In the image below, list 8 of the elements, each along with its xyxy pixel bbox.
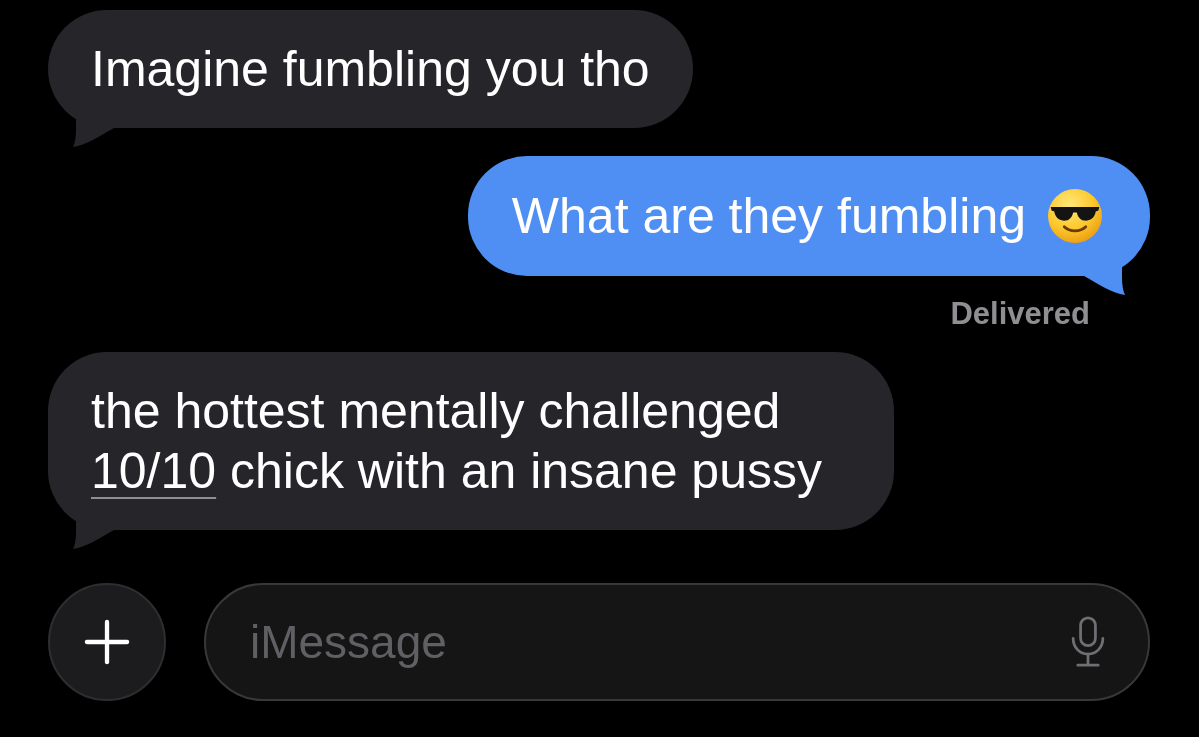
delivery-status: Delivered (950, 298, 1090, 330)
message-input[interactable]: iMessage (204, 583, 1150, 701)
detected-link[interactable]: 10/10 (91, 443, 217, 499)
message-text: Imagine fumbling you tho (91, 40, 650, 99)
sunglasses-face-icon (1048, 189, 1102, 243)
message-text: the hottest mentally challenged 10/10 chick with an insane pussy (91, 382, 823, 501)
message-text: What are they fumbling (511, 187, 1026, 246)
plus-icon (84, 619, 130, 665)
